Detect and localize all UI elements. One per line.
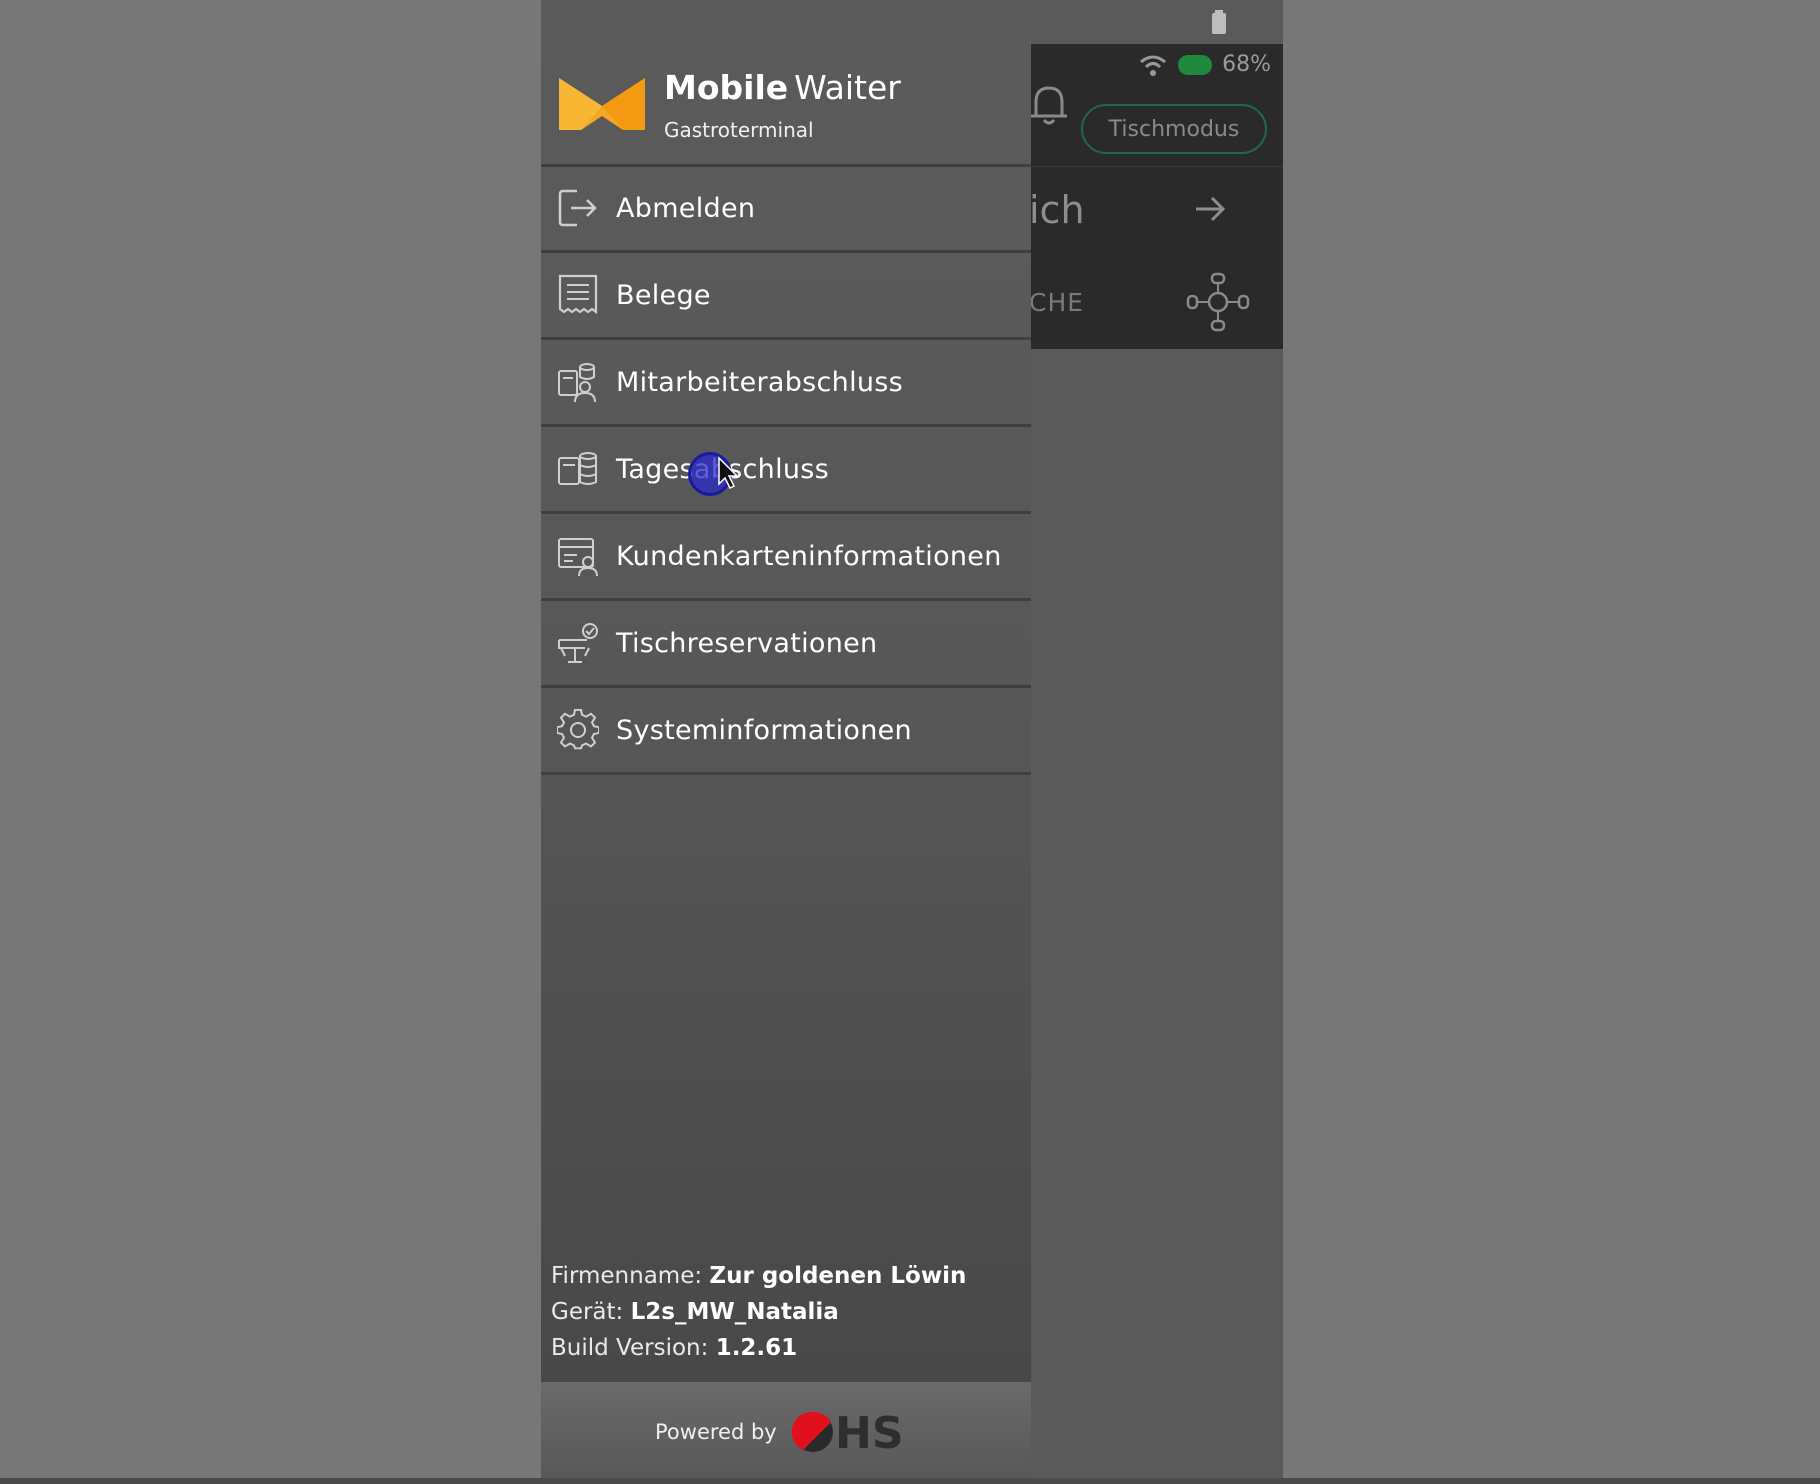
menu-item-belege[interactable]: Belege <box>541 253 1031 340</box>
menu-item-kundenkarteninformationen[interactable]: Kundenkarteninformationen <box>541 514 1031 601</box>
vendor-name: HS <box>835 1408 904 1459</box>
company-value: Zur goldenen Löwin <box>709 1263 967 1289</box>
status-bar: 68% <box>1138 52 1271 77</box>
table-icon[interactable] <box>1185 270 1251 334</box>
device-info-row: Gerät: L2s_MW_Natalia <box>551 1294 966 1330</box>
company-label: Firmenname: <box>551 1263 703 1289</box>
menu-item-label: Systeminformationen <box>616 714 912 746</box>
device-screen: 68% Tischmodus ich CHE Mobile Waiter Gas… <box>541 0 1283 1484</box>
menu-item-abmelden[interactable]: Abmelden <box>541 166 1031 253</box>
table-mode-button[interactable]: Tischmodus <box>1081 104 1267 154</box>
screen-edge <box>0 1478 1820 1484</box>
employee-closing-icon <box>558 363 596 403</box>
wifi-icon <box>1140 55 1167 76</box>
drawer-footer: Powered by HS <box>541 1382 1031 1484</box>
device-info: Firmenname: Zur goldenen Löwin Gerät: L2… <box>551 1258 966 1366</box>
logout-icon <box>558 189 597 227</box>
brand-light: Waiter <box>794 68 901 107</box>
mobilewaiter-logo <box>559 78 645 130</box>
receipt-icon <box>558 274 598 315</box>
menu-item-tagesabschluss[interactable]: Tagesabschluss <box>541 427 1031 514</box>
app-brand: Mobile Waiter <box>664 68 901 107</box>
background-row-text: ich <box>1029 188 1085 232</box>
company-info: Firmenname: Zur goldenen Löwin <box>551 1258 966 1294</box>
bell-icon[interactable] <box>1028 82 1070 128</box>
menu-item-label: Tischreservationen <box>616 627 878 659</box>
arrow-right-icon[interactable] <box>1193 192 1227 226</box>
build-label: Build Version: <box>551 1335 709 1361</box>
menu-item-tischreservationen[interactable]: Tischreservationen <box>541 601 1031 688</box>
battery-indicator <box>1178 54 1213 75</box>
background-row-text: CHE <box>1029 288 1085 317</box>
battery-icon <box>1212 10 1226 34</box>
cursor-icon <box>718 456 739 490</box>
gear-icon <box>557 709 599 750</box>
battery-percent: 68% <box>1222 52 1271 77</box>
day-closing-icon <box>558 452 597 485</box>
menu-item-systeminformationen[interactable]: Systeminformationen <box>541 688 1031 775</box>
menu-item-label: Belege <box>616 279 711 311</box>
hs-logo: HS <box>791 1408 904 1459</box>
menu-item-label: Kundenkarteninformationen <box>616 540 1002 572</box>
build-info: Build Version: 1.2.61 <box>551 1330 966 1366</box>
menu-item-mitarbeiterabschluss[interactable]: Mitarbeiterabschluss <box>541 340 1031 427</box>
table-reservation-icon <box>558 623 598 663</box>
brand-bold: Mobile <box>664 68 789 107</box>
powered-by-label: Powered by <box>655 1420 777 1444</box>
build-value: 1.2.61 <box>715 1335 798 1361</box>
menu-item-label: Mitarbeiterabschluss <box>616 366 904 398</box>
navigation-drawer: Mobile Waiter Gastroterminal Abmelden Be… <box>541 0 1031 1484</box>
device-label: Gerät: <box>551 1299 624 1325</box>
device-value: L2s_MW_Natalia <box>630 1299 839 1325</box>
drawer-menu: Abmelden Belege Mitarbeiterabschluss Kun… <box>541 166 1031 775</box>
customer-card-icon <box>558 538 598 577</box>
menu-item-label: Abmelden <box>616 192 756 224</box>
app-subtitle: Gastroterminal <box>664 118 814 142</box>
